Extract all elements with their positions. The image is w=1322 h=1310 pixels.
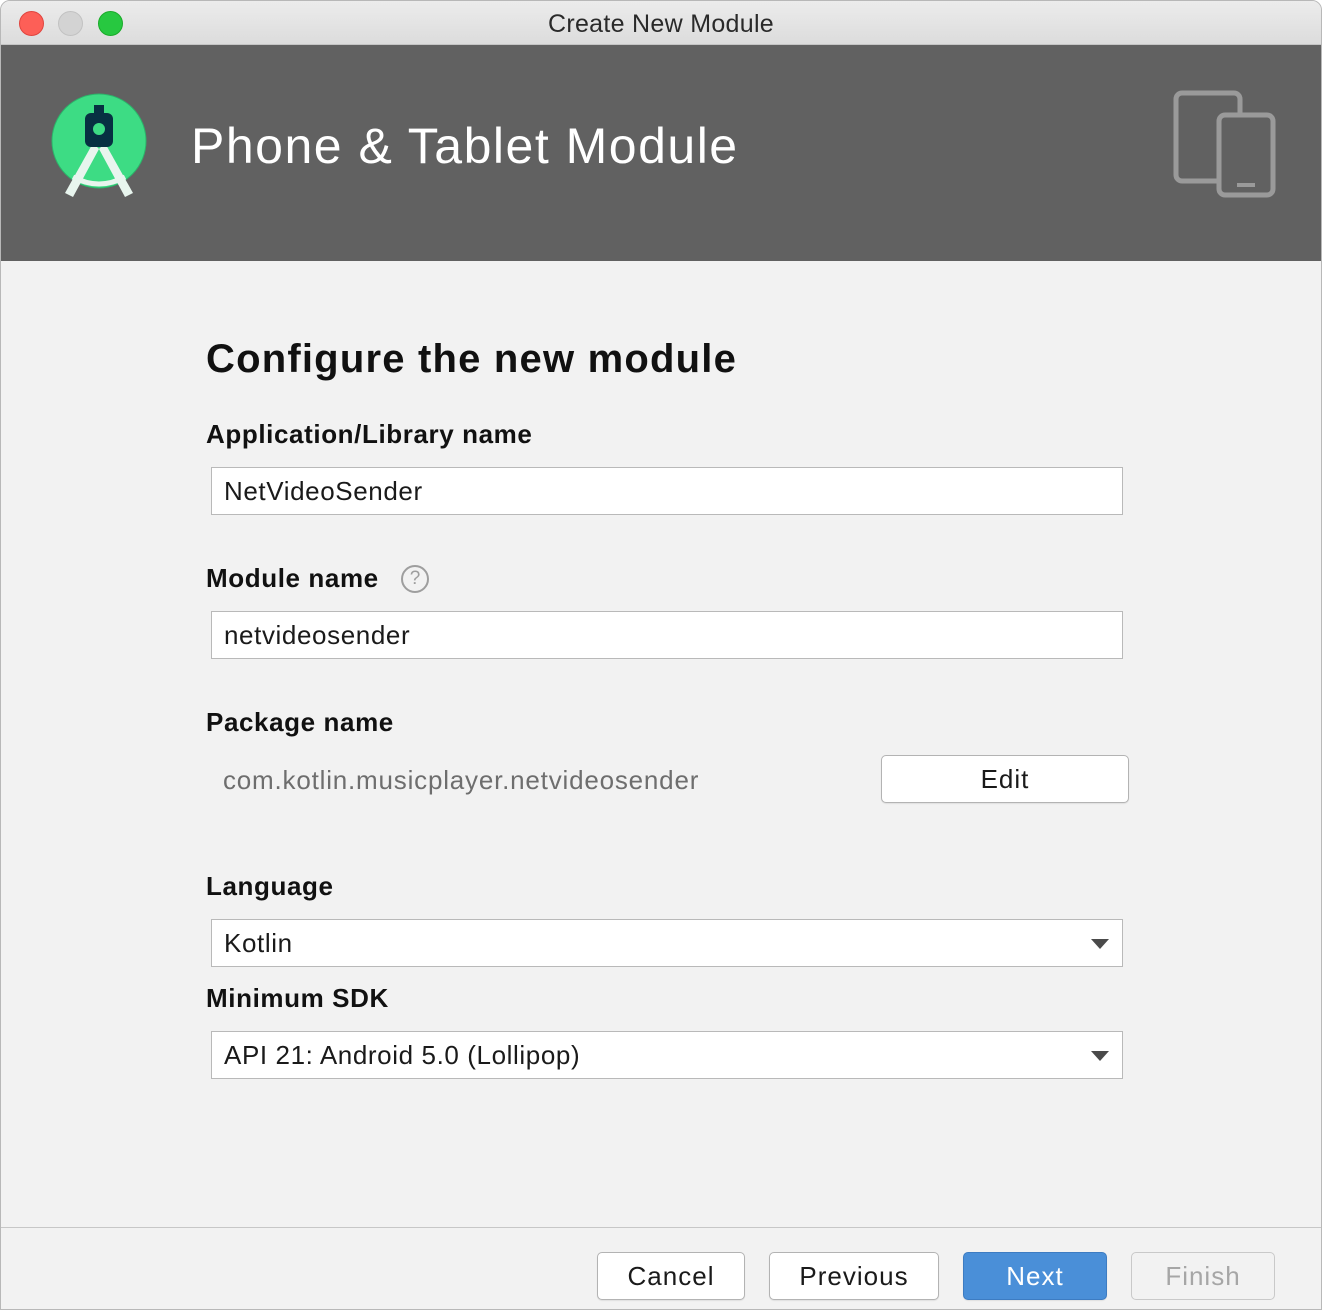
form-content: Configure the new module Application/Lib… <box>1 261 1321 1227</box>
next-button[interactable]: Next <box>963 1252 1107 1300</box>
chevron-down-icon <box>1091 1051 1109 1061</box>
package-name-value: com.kotlin.musicplayer.netvideosender <box>223 765 700 795</box>
chevron-down-icon <box>1091 939 1109 949</box>
app-name-input[interactable]: NetVideoSender <box>211 467 1123 515</box>
create-module-window: Create New Module Phone & Tablet Module … <box>0 0 1322 1310</box>
module-name-label: Module name <box>206 563 379 593</box>
language-selected-value: Kotlin <box>224 928 293 958</box>
help-icon[interactable]: ? <box>401 565 429 593</box>
language-select[interactable]: Kotlin <box>211 919 1123 967</box>
language-label: Language <box>206 871 334 901</box>
finish-button[interactable]: Finish <box>1131 1252 1275 1300</box>
title-bar: Create New Module <box>1 1 1321 45</box>
wizard-footer: Cancel Previous Next Finish <box>1 1227 1321 1309</box>
package-name-label: Package name <box>206 707 394 737</box>
min-sdk-selected-value: API 21: Android 5.0 (Lollipop) <box>224 1040 581 1070</box>
previous-button[interactable]: Previous <box>769 1252 939 1300</box>
header-title: Phone & Tablet Module <box>191 118 739 174</box>
min-sdk-label: Minimum SDK <box>206 983 389 1013</box>
min-sdk-select[interactable]: API 21: Android 5.0 (Lollipop) <box>211 1031 1123 1079</box>
window-title: Create New Module <box>547 10 775 38</box>
section-title: Configure the new module <box>206 337 738 381</box>
wizard-header: Phone & Tablet Module <box>1 45 1321 261</box>
android-studio-logo-icon <box>51 93 147 197</box>
app-name-label: Application/Library name <box>206 419 533 449</box>
edit-package-button[interactable]: Edit <box>881 755 1129 803</box>
module-name-input[interactable]: netvideosender <box>211 611 1123 659</box>
cancel-button[interactable]: Cancel <box>597 1252 745 1300</box>
phone-tablet-icon <box>1173 90 1276 198</box>
